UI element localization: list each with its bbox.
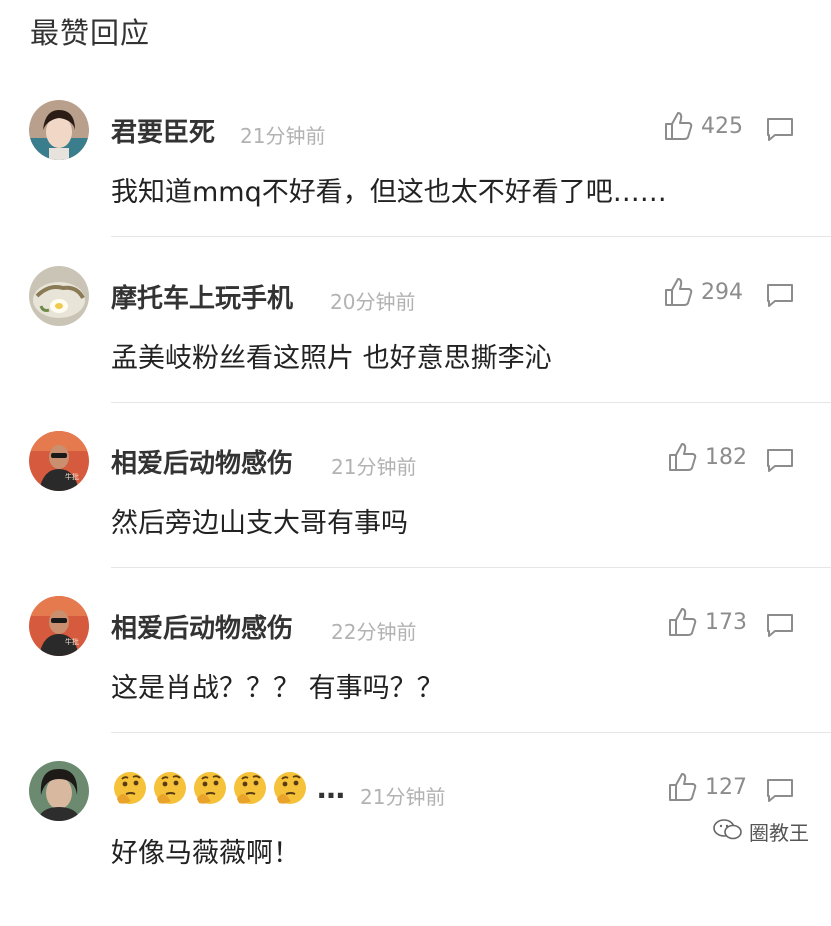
timestamp: 21分钟前 xyxy=(360,785,446,809)
comment-item: 君要臣死 21分钟前 425 我知道mmq不好看，但这也太不好看了吧…… xyxy=(0,100,831,265)
svg-text:牛批: 牛批 xyxy=(65,472,79,481)
speech-bubble-icon[interactable] xyxy=(765,447,795,473)
comment-text: 然后旁边山支大哥有事吗 xyxy=(111,508,408,539)
user-name[interactable]: 相爱后动物感伤 xyxy=(111,608,293,645)
avatar[interactable]: 牛批 xyxy=(29,596,89,656)
like-count: 294 xyxy=(701,279,743,305)
thinking-face-icon xyxy=(231,769,269,807)
thinking-face-icon xyxy=(151,769,189,807)
thinking-face-icon xyxy=(191,769,229,807)
comment-text: 好像马薇薇啊！ xyxy=(111,838,300,869)
name-ellipsis: … xyxy=(317,771,347,805)
avatar[interactable] xyxy=(29,266,89,326)
thinking-face-icon xyxy=(111,769,149,807)
comment-text: 孟美岐粉丝看这照片 也好意思撕李沁 xyxy=(111,343,552,374)
comment-text: 我知道mmq不好看，但这也太不好看了吧…… xyxy=(111,177,667,208)
speech-bubble-icon[interactable] xyxy=(765,116,795,142)
user-name[interactable]: 摩托车上玩手机 xyxy=(111,278,293,315)
timestamp: 22分钟前 xyxy=(331,620,417,644)
divider xyxy=(111,567,831,568)
watermark: 圈教王 xyxy=(713,817,809,846)
svg-text:牛批: 牛批 xyxy=(65,637,79,646)
speech-bubble-icon[interactable] xyxy=(765,282,795,308)
like-button[interactable]: 127 xyxy=(667,771,747,803)
divider xyxy=(111,402,831,403)
timestamp: 21分钟前 xyxy=(331,455,417,479)
like-count: 173 xyxy=(705,609,747,635)
user-name[interactable]: 相爱后动物感伤 xyxy=(111,443,293,480)
comment-item: … 21分钟前 127 好像马薇薇啊！ xyxy=(0,761,831,926)
comment-item: 摩托车上玩手机 20分钟前 294 孟美岐粉丝看这照片 也好意思撕李沁 xyxy=(0,266,831,431)
section-title: 最赞回应 xyxy=(30,16,151,50)
wechat-icon xyxy=(713,818,749,845)
avatar[interactable] xyxy=(29,761,89,821)
comment-item: 牛批 相爱后动物感伤 21分钟前 182 然后旁边山支大哥有事吗 xyxy=(0,431,831,596)
thumbs-up-icon xyxy=(663,276,693,308)
user-name[interactable]: … xyxy=(111,769,347,807)
like-button[interactable]: 425 xyxy=(663,110,743,142)
comment-text: 这是肖战？？？ 有事吗？？ xyxy=(111,673,444,704)
like-count: 127 xyxy=(705,774,747,800)
divider xyxy=(111,236,831,237)
like-button[interactable]: 294 xyxy=(663,276,743,308)
like-button[interactable]: 173 xyxy=(667,606,747,638)
like-button[interactable]: 182 xyxy=(667,441,747,473)
comment-item: 牛批 相爱后动物感伤 22分钟前 173 这是肖战？？？ 有事吗？？ xyxy=(0,596,831,761)
thumbs-up-icon xyxy=(667,771,697,803)
user-name[interactable]: 君要臣死 xyxy=(111,112,215,149)
timestamp: 20分钟前 xyxy=(330,290,416,314)
thumbs-up-icon xyxy=(667,606,697,638)
thumbs-up-icon xyxy=(667,441,697,473)
avatar[interactable] xyxy=(29,100,89,160)
speech-bubble-icon[interactable] xyxy=(765,777,795,803)
like-count: 425 xyxy=(701,113,743,139)
timestamp: 21分钟前 xyxy=(240,124,326,148)
thumbs-up-icon xyxy=(663,110,693,142)
speech-bubble-icon[interactable] xyxy=(765,612,795,638)
divider xyxy=(111,732,831,733)
avatar[interactable]: 牛批 xyxy=(29,431,89,491)
like-count: 182 xyxy=(705,444,747,470)
watermark-label: 圈教王 xyxy=(749,821,809,845)
thinking-face-icon xyxy=(271,769,309,807)
